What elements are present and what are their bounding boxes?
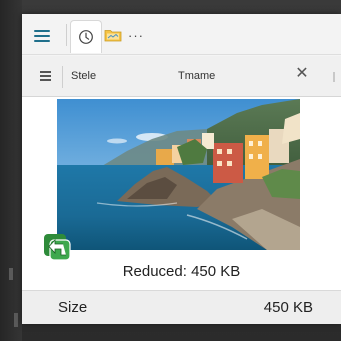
preview-area: Reduced: 450 KB: [22, 97, 341, 290]
background-mark: [9, 268, 13, 280]
coastal-photo-graphic: [57, 99, 300, 250]
panel-edge-handle[interactable]: [333, 72, 335, 82]
more-options-icon[interactable]: ···: [128, 28, 144, 43]
reduced-size-text: Reduced: 450 KB: [22, 263, 341, 280]
toolbar-divider: [66, 24, 67, 46]
panel-tab-label[interactable]: Stele: [71, 70, 96, 82]
toolbar: ···: [22, 14, 341, 55]
preview-image[interactable]: [57, 99, 300, 250]
desktop-background: ··· Stele Tmame ✕ Reduced: 450 KB Size 4…: [0, 0, 341, 341]
panel-header: Stele Tmame ✕: [22, 56, 341, 97]
reduced-value: 450 KB: [191, 263, 241, 280]
clock-icon: [79, 30, 93, 44]
app-window: ··· Stele Tmame ✕ Reduced: 450 KB Size 4…: [22, 14, 341, 324]
folder-icon[interactable]: [104, 28, 122, 42]
size-value: 450 KB: [263, 299, 313, 316]
details-footer: Size 450 KB: [22, 290, 341, 324]
background-window-edge: [0, 0, 22, 341]
panel-title: Tmame: [178, 70, 216, 82]
close-icon[interactable]: ✕: [293, 65, 311, 83]
reduced-label: Reduced:: [122, 263, 187, 280]
hamburger-icon[interactable]: [34, 30, 50, 42]
compress-arrow-icon: [44, 234, 71, 261]
tab-history[interactable]: [70, 20, 102, 53]
background-mark: [14, 313, 18, 327]
panel-menu-icon[interactable]: [40, 71, 51, 81]
panel-divider: [62, 66, 63, 88]
size-label: Size: [58, 299, 88, 316]
